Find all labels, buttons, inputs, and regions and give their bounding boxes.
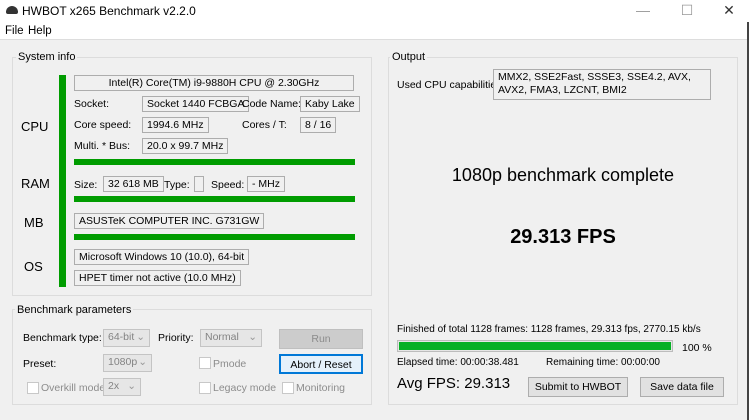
cores-value: 8 / 16: [300, 117, 337, 133]
core-speed-value: 1994.6 MHz: [142, 117, 209, 133]
progress-fill: [399, 342, 671, 350]
monitoring-label: Monitoring: [296, 382, 346, 394]
system-info-title: System info: [16, 51, 78, 63]
priority-select[interactable]: Normal ⌄: [200, 329, 262, 347]
mb-divider: [74, 234, 355, 240]
timer-value: HPET timer not active (10.0 MHz): [74, 270, 241, 286]
monitoring-checkbox[interactable]: [282, 382, 294, 394]
output-title: Output: [390, 51, 428, 63]
abort-reset-button[interactable]: Abort / Reset: [279, 354, 363, 374]
window-title: HWBOT x265 Benchmark v2.2.0: [22, 4, 196, 18]
hwbot-icon: [6, 6, 18, 14]
cpu-capabilities-label: Used CPU capabilities:: [397, 79, 505, 91]
save-data-file-button[interactable]: Save data file: [640, 377, 724, 397]
socket-label: Socket:: [74, 98, 110, 110]
cpu-label: CPU: [21, 119, 49, 134]
cpu-name: Intel(R) Core(TM) i9-9880H CPU @ 2.30GHz: [74, 75, 354, 91]
cores-label: Cores / T:: [242, 119, 287, 131]
mb-label: MB: [24, 215, 44, 230]
ram-speed-label: Speed:: [211, 179, 245, 191]
core-speed-label: Core speed:: [74, 119, 132, 131]
mb-value: ASUSTeK COMPUTER INC. G731GW: [74, 213, 265, 229]
benchmark-params-title: Benchmark parameters: [15, 304, 134, 316]
ram-label: RAM: [21, 176, 50, 191]
maximize-button[interactable]: ☐: [672, 2, 702, 20]
ram-type-label: Type:: [164, 179, 190, 191]
os-value: Microsoft Windows 10 (10.0), 64-bit: [74, 249, 250, 265]
close-button[interactable]: ✕: [714, 2, 744, 20]
chevron-down-icon: ⌄: [248, 331, 257, 343]
chevron-down-icon: ⌄: [127, 380, 136, 392]
progress-bar: [397, 340, 673, 352]
cpu-divider: [74, 159, 355, 165]
legacy-label: Legacy mode: [213, 382, 277, 394]
os-label: OS: [24, 259, 43, 274]
avg-fps: Avg FPS: 29.313: [397, 375, 511, 392]
ram-speed-value: - MHz: [247, 176, 285, 192]
fps-result: 29.313 FPS: [510, 226, 616, 248]
priority-label: Priority:: [158, 332, 194, 344]
legacy-checkbox[interactable]: [199, 382, 211, 394]
ram-divider: [74, 196, 355, 202]
overkill-label: Overkill mode: [41, 382, 106, 394]
chevron-down-icon: ⌄: [138, 356, 147, 368]
benchmark-status: 1080p benchmark complete: [451, 165, 675, 185]
benchmark-type-value: 64-bit: [108, 331, 135, 343]
multi-value: 20.0 x 99.7 MHz: [142, 138, 229, 154]
pmode-label: Pmode: [213, 358, 247, 370]
multi-label: Multi. * Bus:: [74, 140, 131, 152]
codename-value: Kaby Lake: [300, 96, 360, 112]
pmode-checkbox[interactable]: [199, 357, 211, 369]
socket-value: Socket 1440 FCBGA: [142, 96, 250, 112]
green-vertical-bar: [59, 75, 66, 287]
menu-file[interactable]: File: [5, 25, 24, 37]
chevron-down-icon: ⌄: [136, 331, 145, 343]
finished-frames-text: Finished of total 1128 frames: 1128 fram…: [397, 324, 701, 335]
overkill-select[interactable]: 2x ⌄: [103, 378, 141, 396]
menu-bar: File Help: [0, 22, 749, 40]
elapsed-time: Elapsed time: 00:00:38.481: [397, 357, 519, 368]
ram-type-value: [194, 176, 204, 192]
preset-label: Preset:: [23, 358, 57, 370]
benchmark-type-select[interactable]: 64-bit ⌄: [103, 329, 150, 347]
codename-label: Code Name:: [242, 98, 301, 110]
remaining-time: Remaining time: 00:00:00: [546, 357, 660, 368]
priority-value: Normal: [205, 331, 239, 343]
preset-value: 1080p: [108, 356, 138, 368]
overkill-checkbox[interactable]: [27, 382, 39, 394]
ram-size-value: 32 618 MB: [103, 176, 164, 192]
progress-percent: 100 %: [682, 342, 712, 354]
benchmark-type-label: Benchmark type:: [23, 332, 102, 344]
ram-size-label: Size:: [74, 179, 98, 191]
submit-hwbot-button[interactable]: Submit to HWBOT: [528, 377, 628, 397]
run-button[interactable]: Run: [279, 329, 363, 349]
minimize-button[interactable]: —: [628, 2, 658, 20]
title-bar: HWBOT x265 Benchmark v2.2.0 — ☐ ✕: [0, 0, 749, 22]
preset-select[interactable]: 1080p ⌄: [103, 354, 152, 372]
menu-help[interactable]: Help: [28, 25, 52, 37]
cpu-capabilities-value: MMX2, SSE2Fast, SSSE3, SSE4.2, AVX, AVX2…: [493, 69, 711, 100]
overkill-value: 2x: [108, 380, 120, 392]
